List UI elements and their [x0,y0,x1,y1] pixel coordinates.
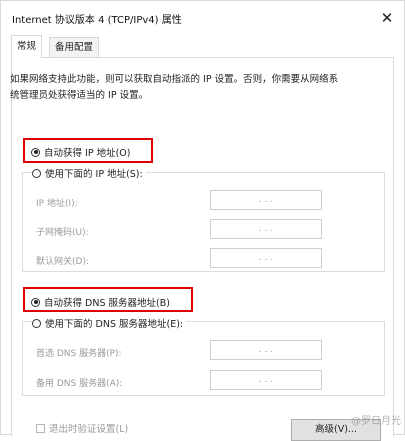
subnet-mask-label: 子网掩码(U): [36,228,89,238]
subnet-mask-field[interactable]: . . . [210,219,322,239]
close-button[interactable]: ✕ [376,7,398,29]
default-gateway-value: . . . [258,253,274,263]
subnet-mask-value: . . . [258,224,274,234]
manual-dns-label: 使用下面的 DNS 服务器地址(E): [45,319,184,330]
description-label: 如果网络支持此功能，则可以获取自动指派的 IP 设置。否则，你需要从网络系统管理… [10,74,339,101]
ip-address-label: IP 地址(I): [36,199,78,209]
dialog-title: Internet 协议版本 4 (TCP/IPv4) 属性 [12,15,182,26]
manual-ip-label: 使用下面的 IP 地址(S): [45,169,143,180]
auto-dns-radio[interactable] [31,297,40,307]
auto-dns-label: 自动获得 DNS 服务器地址(B) [44,298,170,309]
tab-alternate-configuration[interactable]: 备用配置 [49,37,100,57]
validate-on-exit-option[interactable]: 退出时验证设置(L) [36,421,128,435]
ip-address-value: . . . [258,195,274,205]
preferred-dns-label: 首选 DNS 服务器(P): [36,349,122,359]
default-gateway-field[interactable]: . . . [210,248,322,268]
general-tab-panel: 如果网络支持此功能，则可以获取自动指派的 IP 设置。否则，你需要从网络系统管理… [10,57,394,436]
manual-dns-radio[interactable] [32,318,41,328]
auto-ip-radio[interactable] [31,147,40,157]
manual-ip-option[interactable]: 使用下面的 IP 地址(S): [32,166,146,180]
auto-dns-option[interactable]: 自动获得 DNS 服务器地址(B) [31,295,170,309]
ipv4-properties-dialog: Internet 协议版本 4 (TCP/IPv4) 属性 ✕ 常规 备用配置 … [0,0,405,441]
tab-general[interactable]: 常规 [11,35,43,58]
manual-ip-radio[interactable] [32,168,41,178]
validate-on-exit-checkbox[interactable] [36,423,45,433]
auto-ip-option[interactable]: 自动获得 IP 地址(O) [31,145,130,159]
alternate-dns-value: . . . [258,375,274,385]
default-gateway-label: 默认网关(D): [36,257,89,267]
preferred-dns-field[interactable]: . . . [210,340,322,360]
alternate-dns-field[interactable]: . . . [210,370,322,390]
title-bar: Internet 协议版本 4 (TCP/IPv4) 属性 ✕ [1,1,404,35]
auto-ip-label: 自动获得 IP 地址(O) [44,148,131,159]
ip-address-field[interactable]: . . . [210,190,322,210]
manual-dns-option[interactable]: 使用下面的 DNS 服务器地址(E): [32,316,187,330]
alternate-dns-label: 备用 DNS 服务器(A): [36,379,123,389]
watermark-text: @罗日月光 [351,416,401,427]
validate-on-exit-label: 退出时验证设置(L) [49,424,129,435]
preferred-dns-value: . . . [258,345,274,355]
